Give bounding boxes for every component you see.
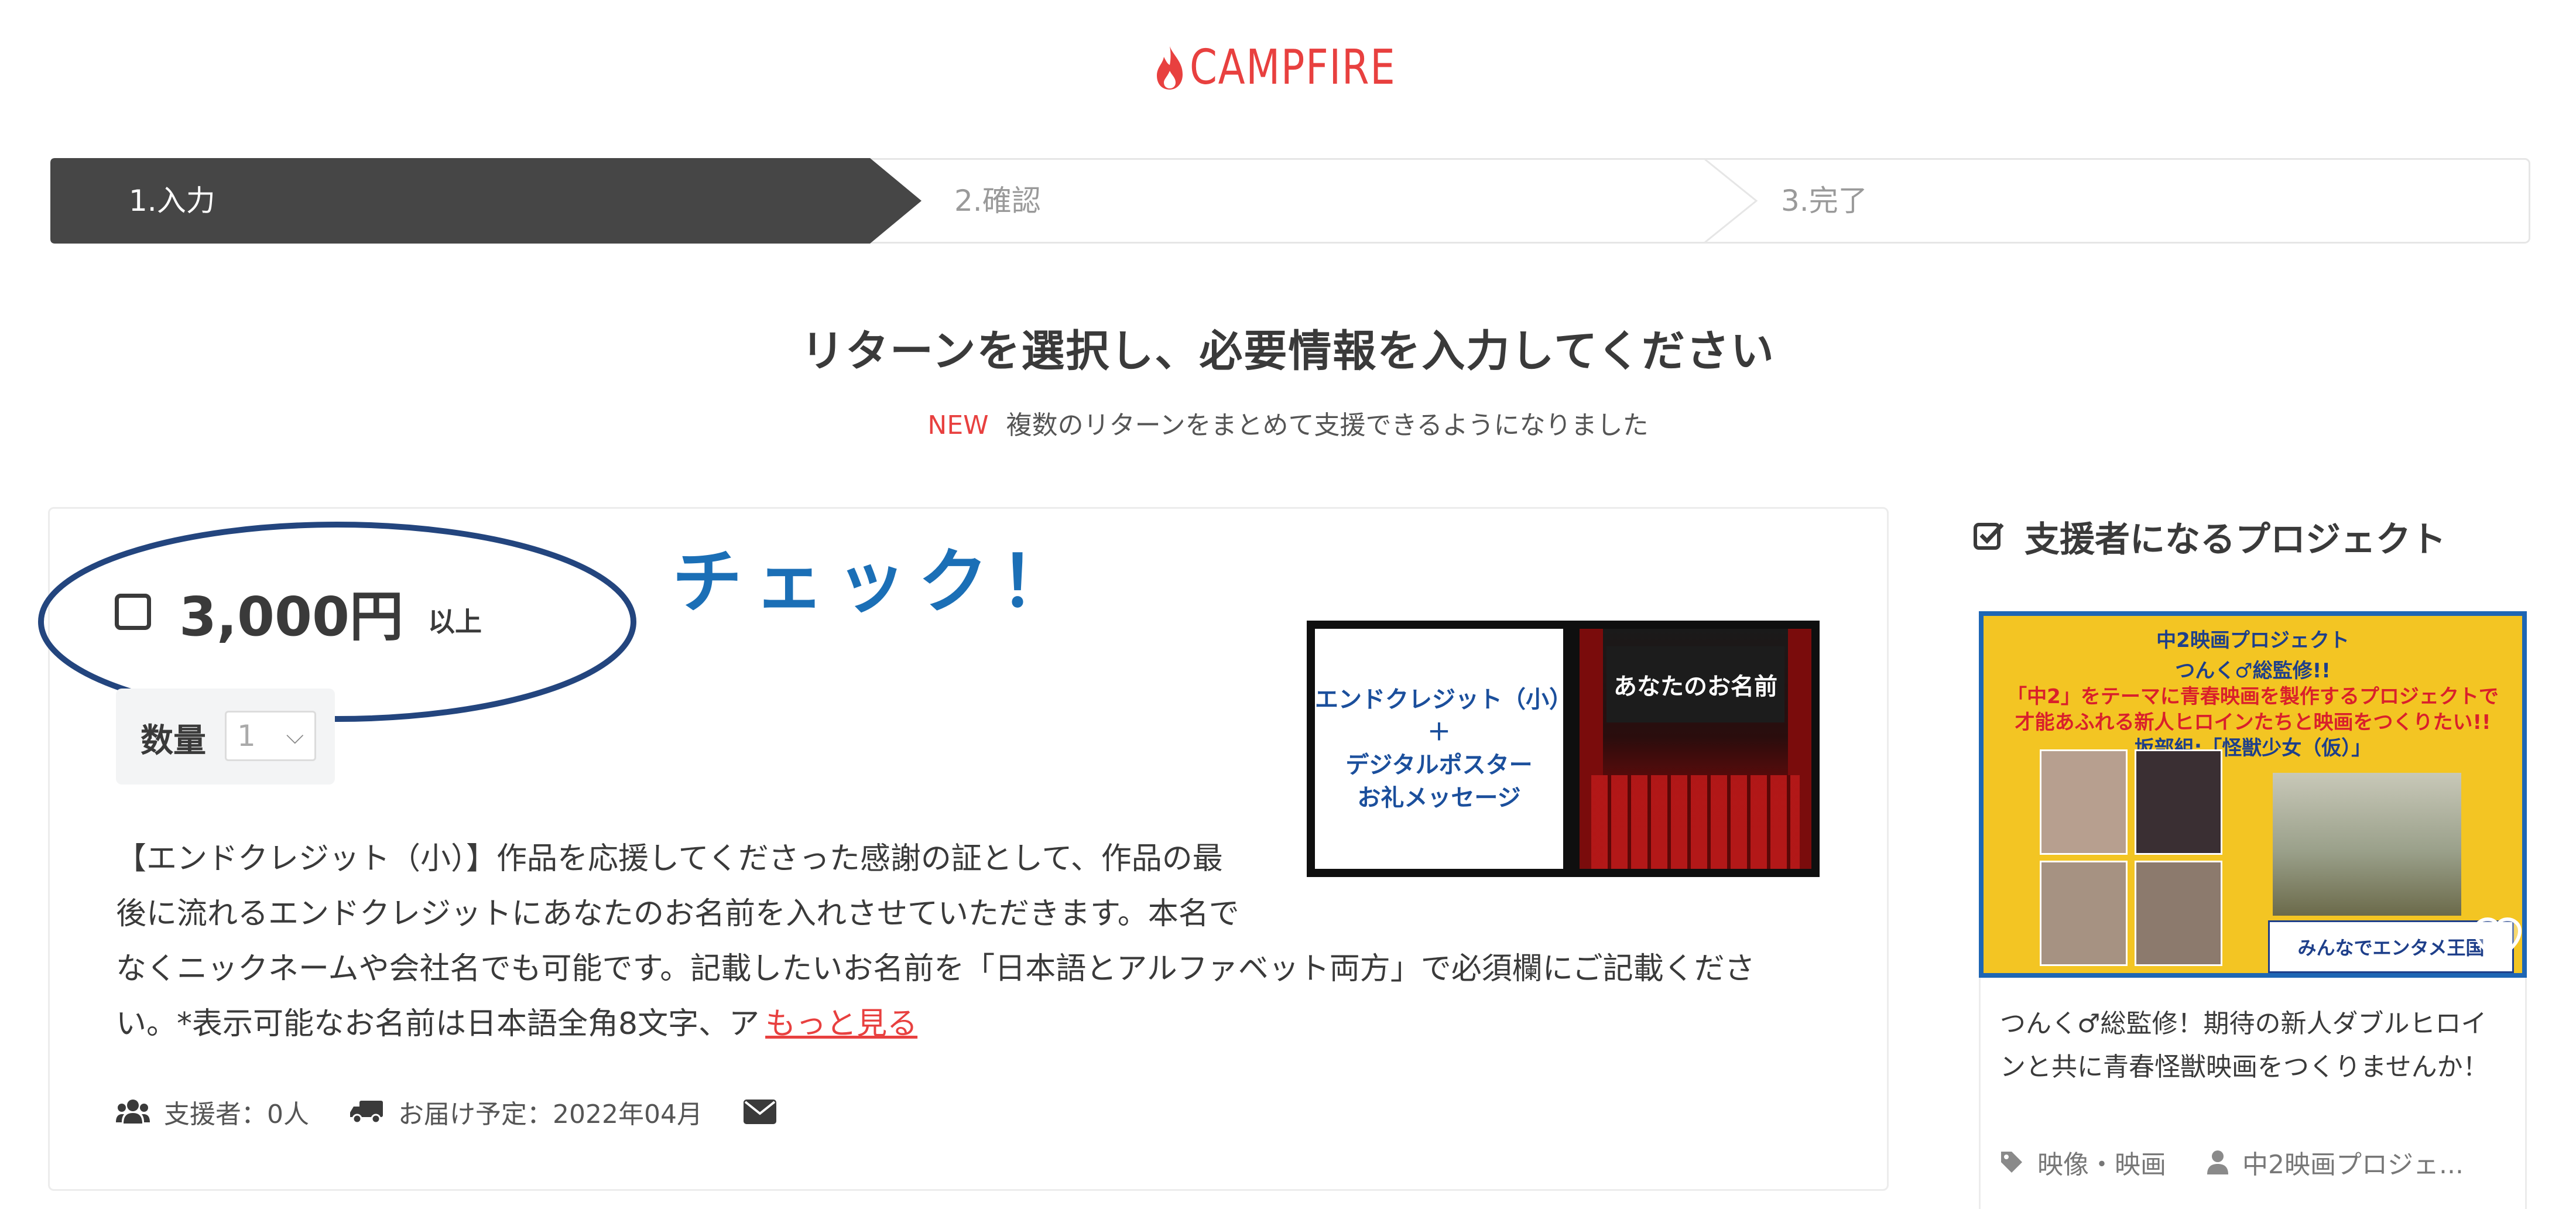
supporters-text: 支援者：0人 <box>164 1100 309 1129</box>
check-square-icon <box>1974 523 2004 550</box>
quantity-label: 数量 <box>141 722 206 760</box>
step-confirm: 2.確認 <box>954 184 1041 218</box>
theater-screen-text: あなたのお名前 <box>1614 673 1777 700</box>
banner-line: 才能あふれる新人ヒロインたちと映画をつくりたい!! <box>2015 711 2491 734</box>
project-category-text: 映像・映画 <box>2037 1150 2166 1180</box>
step-shapes <box>50 158 2530 244</box>
truck-icon <box>350 1101 383 1124</box>
heroine-photo <box>2040 749 2128 855</box>
notice-text: 複数のリターンをまとめて支援できるようになりました <box>1006 410 1649 440</box>
description-line-text: い。*表示可能なお名前は日本語全角8文字、ア <box>116 1006 760 1042</box>
sidebar-title-text: 支援者になるプロジェクト <box>2025 519 2446 560</box>
new-badge: NEW <box>927 410 989 440</box>
heroine-photo <box>2135 749 2222 855</box>
tag-icon <box>2001 1152 2022 1173</box>
flame-icon <box>1157 46 1183 90</box>
users-icon <box>116 1100 150 1124</box>
kaiju-scene-image <box>2273 773 2461 916</box>
user-icon <box>2207 1150 2228 1174</box>
heroine-photo <box>2135 861 2222 966</box>
project-banner[interactable]: 中2映画プロジェクト つんく♂総監修!! 「中2」をテーマに青春映画を製作するプ… <box>1979 611 2527 978</box>
delivery-date: お届け予定：2022年04月 <box>350 1093 703 1131</box>
reward-meta: 支援者：0人 お届け予定：2022年04月 <box>116 1091 831 1132</box>
campfire-logo[interactable]: CAMPFIRE <box>1153 35 1441 100</box>
reward-image-line: エンドクレジット（小） <box>1315 686 1573 713</box>
step-progress-bar: 1.入力 2.確認 3.完了 <box>50 158 2530 244</box>
quantity-value: 1 <box>237 719 256 753</box>
project-description[interactable]: つんく♂総監修！期待の新人ダブルヒロイ ンと共に青春怪獣映画をつくりませんか！ <box>2000 1002 2515 1089</box>
project-owner[interactable]: 中2映画プロジェ... <box>2207 1143 2464 1181</box>
supporters-count: 支援者：0人 <box>116 1093 309 1131</box>
reward-image-line: デジタルポスター <box>1345 752 1533 779</box>
quantity-select[interactable]: 1 ⌵ <box>225 711 316 761</box>
salon-text: みんなでエンタメ王国 <box>2297 937 2485 959</box>
project-category[interactable]: 映像・映画 <box>2000 1143 2166 1181</box>
project-owner-text: 中2映画プロジェ... <box>2242 1150 2464 1180</box>
page-title: リターンを選択し、必要情報を入力してください <box>801 326 1775 376</box>
sidebar-title: 支援者になるプロジェクト <box>1973 513 2446 560</box>
step-complete: 3.完了 <box>1781 184 1868 218</box>
heart-icon[interactable] <box>2473 917 2522 963</box>
reward-image-line: お礼メッセージ <box>1357 785 1521 811</box>
description-line-last: い。*表示可能なお名前は日本語全角8文字、ア もっと見る <box>116 996 1802 1052</box>
banner-title: 中2映画プロジェクト <box>2156 629 2349 652</box>
description-line: なくニックネームや会社名でも可能です。記載したいお名前を「日本語とアルファベット… <box>116 951 1755 987</box>
banner-line: つんく♂総監修!! <box>2175 659 2331 683</box>
description-line: 【エンドクレジット（小）】作品を応援してくださった感謝の証として、作品の最 <box>116 841 1223 876</box>
description-line: 後に流れるエンドクレジットにあなたのお名前を入れさせていただきます。本名で <box>116 896 1239 931</box>
project-description-line: ンと共に青春怪獣映画をつくりませんか！ <box>2000 1052 2489 1082</box>
banner-lines: つんく♂総監修!! 「中2」をテーマに青春映画を製作するプロジェクトで 才能あふ… <box>1984 658 2522 761</box>
message-indicator <box>743 1100 790 1124</box>
chevron-down-icon: ⌵ <box>286 722 304 749</box>
theater-screen: あなたのお名前 <box>1606 646 1784 722</box>
project-meta: 映像・映画 中2映画プロジェ... <box>2000 1142 2505 1183</box>
reward-description: 【エンドクレジット（小）】作品を応援してくださった感謝の証として、作品の最 後に… <box>116 831 1802 1052</box>
project-description-line: つんく♂総監修！期待の新人ダブルヒロイ <box>2000 1009 2487 1039</box>
banner-line: 「中2」をテーマに青春映画を製作するプロジェクトで <box>2007 685 2499 708</box>
notice: NEW 複数のリターンをまとめて支援できるようになりました <box>0 404 2576 441</box>
logo-text: CAMPFIRE <box>1190 39 1396 95</box>
heroine-photo <box>2040 861 2128 966</box>
delivery-text: お届け予定：2022年04月 <box>398 1100 703 1129</box>
annotation-check-text: チェック！ <box>672 542 1082 623</box>
envelope-icon <box>743 1100 776 1124</box>
more-link[interactable]: もっと見る <box>765 1006 917 1042</box>
reward-image-line: ＋ <box>1427 719 1451 746</box>
step-input: 1.入力 <box>129 184 215 218</box>
